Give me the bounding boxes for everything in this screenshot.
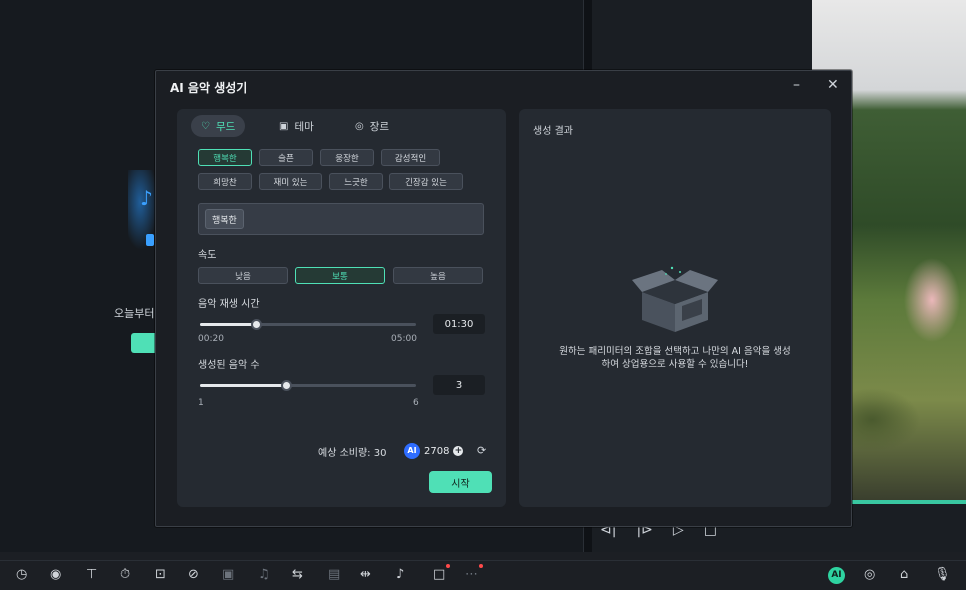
- duration-label: 음악 재생 시간: [198, 299, 260, 310]
- add-credit-icon[interactable]: +: [453, 446, 464, 456]
- dialog-title: AI 음악 생성기: [170, 81, 248, 95]
- count-slider-knob[interactable]: [281, 380, 293, 391]
- ai-credit-icon: AI: [404, 443, 420, 459]
- mood-chip-relaxed[interactable]: 느긋한: [329, 173, 383, 190]
- mood-chip-epic[interactable]: 웅장한: [320, 149, 374, 166]
- speed-low-button[interactable]: 낮음: [198, 267, 288, 284]
- tab-genre[interactable]: ◎ 장르: [345, 115, 399, 137]
- promo-button[interactable]: [131, 333, 157, 353]
- duration-min: 00:20: [198, 334, 224, 344]
- duration-max: 05:00: [391, 334, 417, 344]
- start-button[interactable]: 시작: [429, 471, 492, 493]
- duration-slider-fill: [200, 323, 257, 326]
- tab-theme[interactable]: ▣ 테마: [269, 115, 324, 137]
- mood-chip-fun[interactable]: 재미 있는: [259, 173, 322, 190]
- notification-dot: [479, 564, 483, 568]
- text-tool-icon[interactable]: ⊤: [86, 567, 97, 582]
- promo-text: 오늘부터: [114, 307, 155, 320]
- result-panel: 생성 결과 원하는 패리미터의 조합을 선택하고 나만의 AI 음악을 생성하여…: [519, 109, 831, 507]
- result-message: 원하는 패리미터의 조합을 선택하고 나만의 AI 음악을 생성하여 상업용으로…: [559, 346, 791, 370]
- tab-mood[interactable]: ♡ 무드: [191, 115, 246, 137]
- notification-dot: [446, 564, 451, 568]
- duration-value[interactable]: 01:30: [433, 314, 485, 334]
- mask-icon[interactable]: ⊘: [188, 567, 199, 582]
- selected-tag[interactable]: 행복한: [205, 209, 244, 229]
- credit-balance: AI 2708 +: [404, 441, 464, 461]
- color-palette-icon[interactable]: ◉: [50, 567, 61, 582]
- count-slider-fill: [200, 384, 287, 387]
- category-tabs: ♡ 무드 ▣ 테마 ◎ 장르: [191, 115, 491, 137]
- speed-normal-button[interactable]: 보통: [295, 267, 385, 284]
- split-icon[interactable]: ⇹: [360, 567, 371, 582]
- more-icon[interactable]: ⋯: [465, 564, 483, 582]
- ai-music-icon[interactable]: ♪: [396, 567, 404, 582]
- speed-label: 속도: [198, 250, 217, 261]
- music-note-icon: ♪: [140, 186, 153, 210]
- count-slider[interactable]: [200, 380, 416, 391]
- tab-genre-label: 장르: [369, 120, 390, 133]
- ai-assistant-icon[interactable]: AI: [828, 567, 845, 584]
- refresh-icon[interactable]: ⟳: [477, 444, 486, 457]
- speed-high-button[interactable]: 높음: [393, 267, 483, 284]
- tab-theme-label: 테마: [294, 120, 314, 133]
- duration-slider-knob[interactable]: [251, 319, 263, 330]
- screen-icon[interactable]: □: [433, 564, 451, 582]
- result-title: 생성 결과: [533, 126, 573, 137]
- duration-slider[interactable]: [200, 319, 416, 330]
- tab-mood-label: 무드: [215, 120, 236, 133]
- minimize-button[interactable]: –: [793, 77, 800, 93]
- crop-icon[interactable]: ⊡: [155, 567, 166, 582]
- bottom-toolbar: ◷ ◉ ⊤ ⏱ ⊡ ⊘ ▣ ♫ ⇆ ▤ ⇹ ♪ □ ⋯ ◎ ⌂ 🎙: [0, 560, 966, 590]
- mood-chip-hopeful[interactable]: 희망찬: [198, 173, 252, 190]
- selected-tags-box[interactable]: 행복한: [198, 203, 484, 235]
- transcribe-icon[interactable]: ▤: [328, 567, 340, 582]
- microphone-icon[interactable]: 🎙: [934, 567, 951, 582]
- mood-icon: ♡: [201, 120, 210, 132]
- empty-box-icon: [632, 266, 718, 332]
- credit-amount: 2708: [424, 445, 450, 457]
- translate-icon[interactable]: ⇆: [292, 567, 303, 582]
- music-bar-icon: [146, 234, 154, 246]
- marker-icon[interactable]: ⌂: [900, 567, 908, 582]
- estimated-cost: 예상 소비량: 30: [318, 448, 387, 459]
- count-min: 1: [198, 398, 204, 408]
- parameters-panel: ♡ 무드 ▣ 테마 ◎ 장르 행복한 슬픈 웅장한 감성적인 희망찬 재미 있는…: [177, 109, 506, 507]
- count-label: 생성된 음악 수: [198, 360, 260, 371]
- timer-icon[interactable]: ⏱: [120, 567, 130, 582]
- genre-icon: ◎: [355, 120, 364, 132]
- mood-chip-emotional[interactable]: 감성적인: [381, 149, 440, 166]
- audio-icon[interactable]: ▣: [222, 567, 234, 582]
- equalizer-icon[interactable]: ♫: [258, 567, 270, 582]
- theme-icon: ▣: [279, 120, 289, 132]
- ai-music-dialog: AI 음악 생성기 – ✕ ♡ 무드 ▣ 테마 ◎ 장르 행복한 슬픈 웅장한 …: [155, 70, 852, 527]
- preview-progress-bar[interactable]: [852, 500, 966, 504]
- mood-chip-sad[interactable]: 슬픈: [259, 149, 313, 166]
- close-button[interactable]: ✕: [827, 77, 839, 93]
- mood-chip-happy[interactable]: 행복한: [198, 149, 252, 166]
- render-icon[interactable]: ◎: [864, 567, 875, 582]
- count-value[interactable]: 3: [433, 375, 485, 395]
- speed-ramp-icon[interactable]: ◷: [16, 567, 27, 582]
- mood-chip-tense[interactable]: 긴장감 있는: [389, 173, 463, 190]
- count-max: 6: [413, 398, 419, 408]
